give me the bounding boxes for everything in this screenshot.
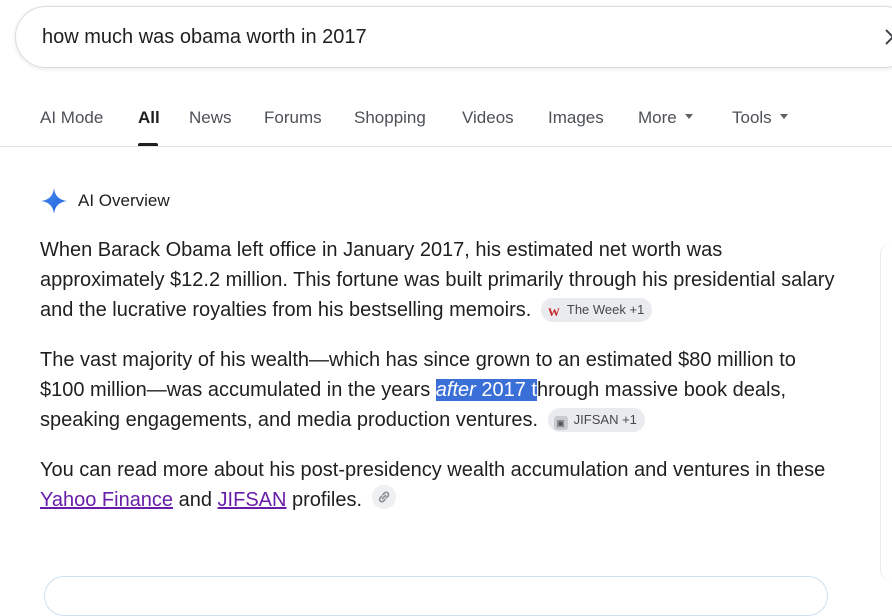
tab-images[interactable]: Images <box>548 108 604 128</box>
search-tabs: AI Mode All News Forums Shopping Videos … <box>0 96 892 147</box>
selected-italic-text: after <box>435 379 476 401</box>
active-tab-indicator <box>138 143 158 146</box>
link-icon <box>378 491 389 503</box>
overview-paragraph-1: When Barack Obama left office in January… <box>40 235 840 325</box>
tab-shopping[interactable]: Shopping <box>354 108 426 128</box>
paragraph-1-text: When Barack Obama left office in January… <box>40 239 835 321</box>
paragraph-3-text-mid: and <box>173 489 218 511</box>
tab-videos[interactable]: Videos <box>462 108 514 128</box>
caret-down-icon <box>779 114 788 120</box>
paragraph-3-text-start: You can read more about his post-preside… <box>40 459 826 481</box>
tab-tools[interactable]: Tools <box>732 108 788 128</box>
side-panel-edge <box>880 242 892 582</box>
search-input[interactable] <box>42 7 842 67</box>
overview-paragraph-2: The vast majority of his wealth—which ha… <box>40 345 840 435</box>
sparkle-icon <box>41 188 67 214</box>
paragraph-3-text-end: profiles. <box>286 489 363 511</box>
tab-all[interactable]: All <box>138 108 160 128</box>
source-chip-the-week[interactable]: W The Week +1 <box>540 298 653 322</box>
tab-news[interactable]: News <box>189 108 232 128</box>
search-box[interactable] <box>15 6 892 68</box>
link-chip[interactable] <box>371 485 396 509</box>
tab-more-label: More <box>638 108 677 127</box>
the-week-icon: W <box>547 305 560 319</box>
yahoo-finance-link[interactable]: Yahoo Finance <box>40 489 173 511</box>
caret-down-icon <box>684 114 693 120</box>
source-chip-label: The Week +1 <box>566 302 645 317</box>
close-icon[interactable] <box>882 26 892 48</box>
text-selection: after 2017 t <box>435 379 537 401</box>
follow-up-box[interactable] <box>44 576 828 616</box>
selected-text: 2017 t <box>475 379 537 401</box>
source-chip-jifsan[interactable]: ▣ JIFSAN +1 <box>547 408 645 432</box>
ai-overview-title: AI Overview <box>78 191 170 210</box>
jifsan-link[interactable]: JIFSAN <box>218 489 287 511</box>
tab-forums[interactable]: Forums <box>264 108 322 128</box>
jifsan-icon: ▣ <box>553 416 568 430</box>
overview-paragraph-3: You can read more about his post-preside… <box>40 455 840 515</box>
source-chip-label: JIFSAN +1 <box>573 412 637 427</box>
tab-tools-label: Tools <box>732 108 772 127</box>
tab-more[interactable]: More <box>638 108 693 128</box>
tab-ai-mode[interactable]: AI Mode <box>40 108 103 128</box>
